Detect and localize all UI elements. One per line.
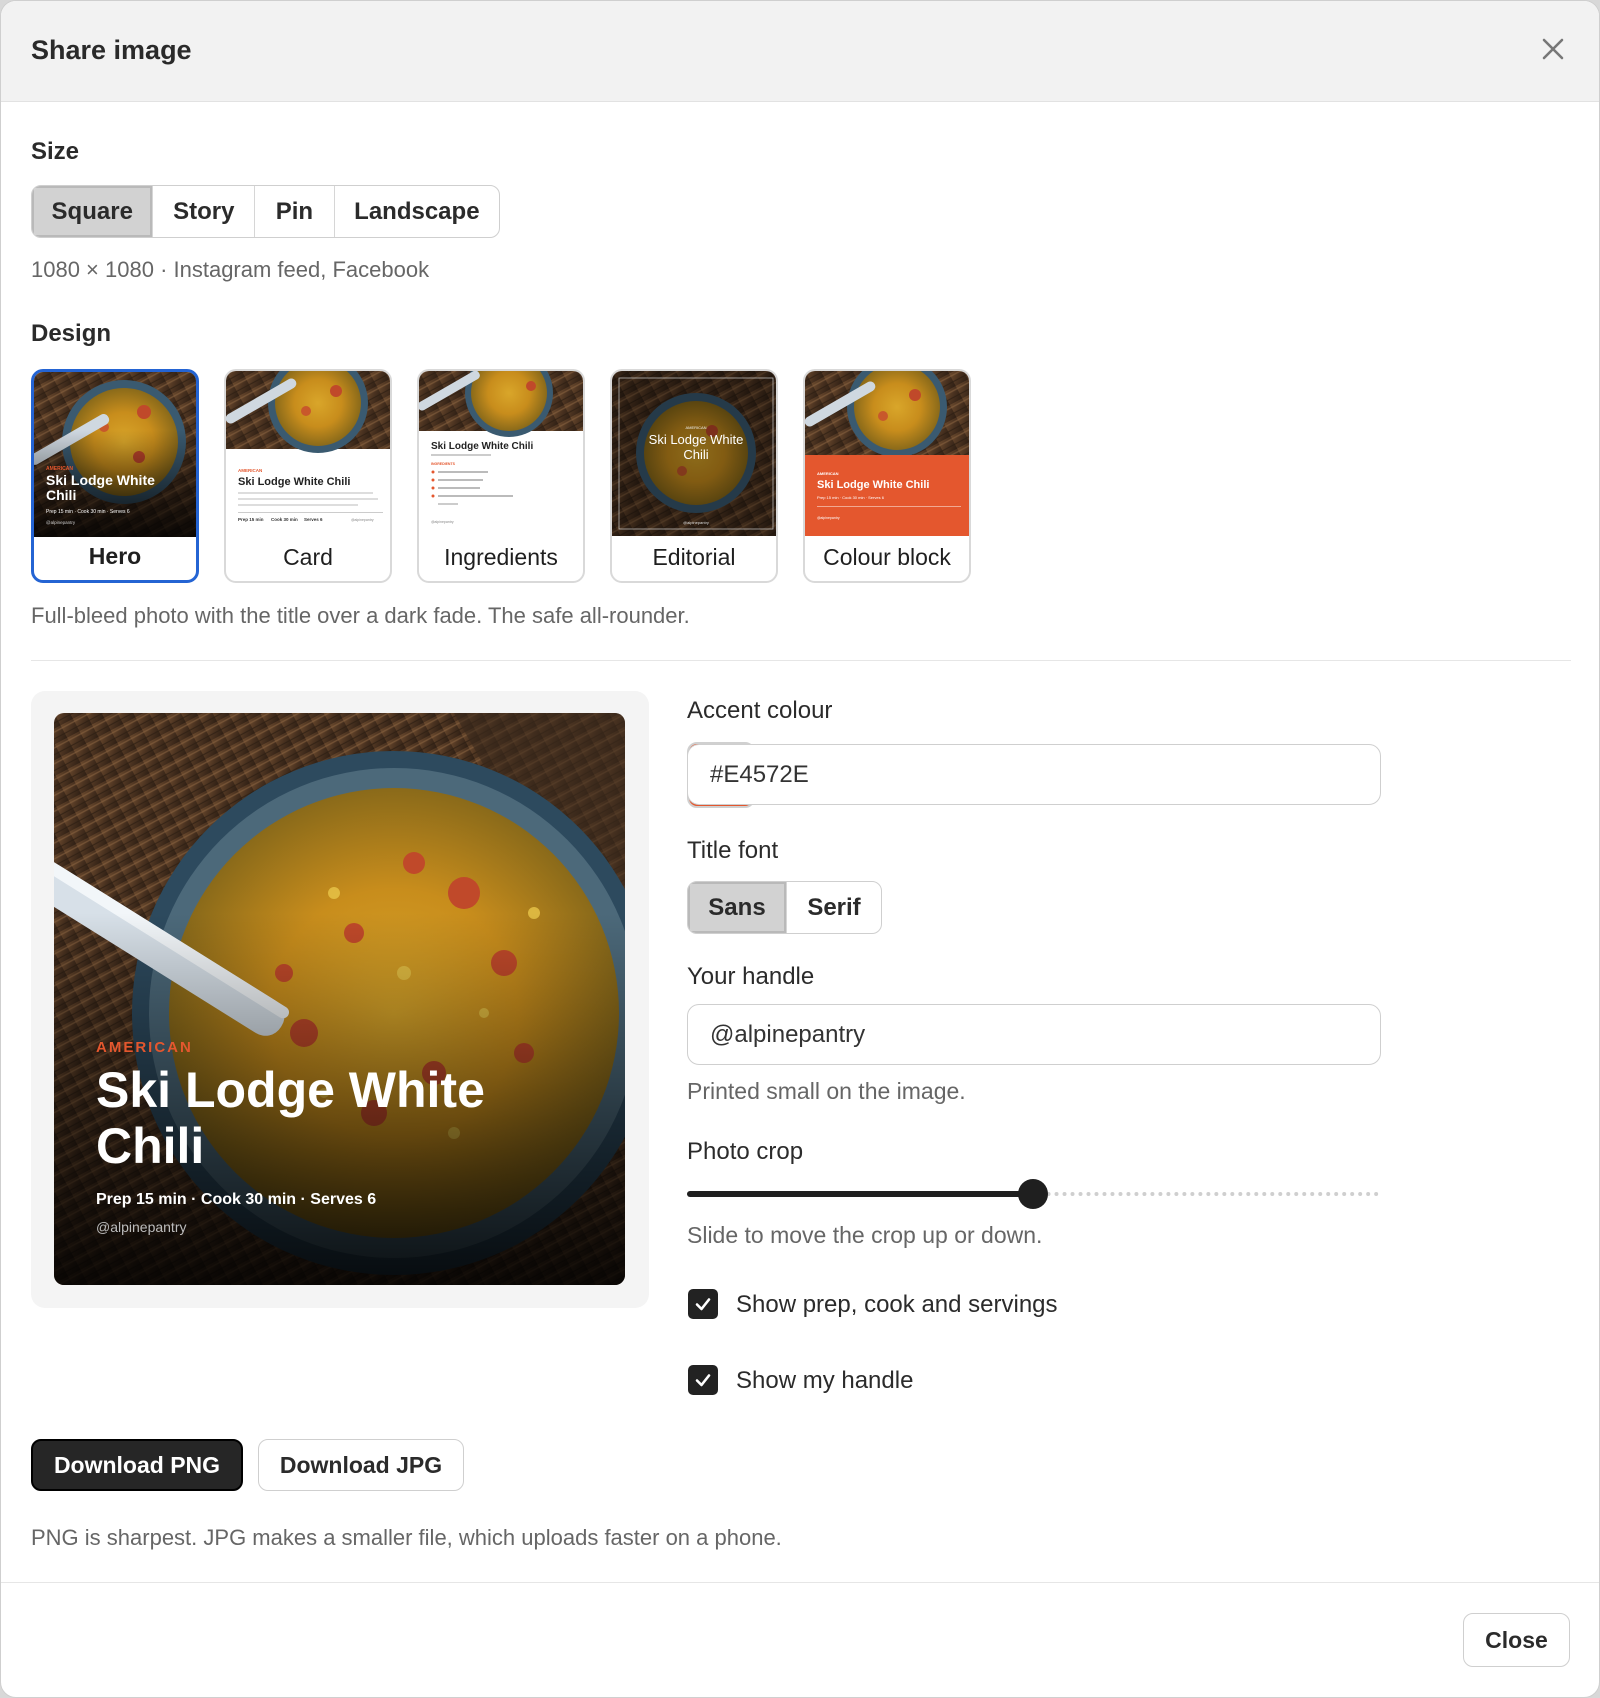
- preview-handle: @alpinepantry: [96, 1219, 187, 1235]
- footer-divider: [1, 1582, 1599, 1583]
- preview-panel: AMERICAN Ski Lodge White Chili Prep 15 m…: [31, 691, 649, 1308]
- design-option-label: Card: [283, 544, 333, 570]
- photo-crop-help-text: Slide to move the crop up or down.: [687, 1222, 1043, 1248]
- colour-block-thumb-cuisine: AMERICAN: [817, 471, 839, 476]
- handle-label: Your handle: [687, 963, 815, 990]
- editorial-thumb-cuisine: AMERICAN: [685, 425, 706, 430]
- svg-text:Ski Lodge White: Ski Lodge White: [46, 472, 155, 488]
- size-hint: 1080 × 1080 · Instagram feed, Facebook: [31, 257, 430, 282]
- editorial-thumb-handle: @alpinepantry: [683, 520, 709, 525]
- card-thumb-prep: Prep 15 min: [238, 517, 264, 522]
- handle-input[interactable]: @alpinepantry: [687, 1004, 1381, 1065]
- colour-block-thumb-meta: Prep 15 min · Cook 30 min · Serves 6: [817, 495, 885, 500]
- design-option-colour-block[interactable]: AMERICAN Ski Lodge White Chili Prep 15 m…: [803, 369, 971, 583]
- checkmark-icon: [695, 1298, 711, 1311]
- ingredients-thumbnail: Ski Lodge White Chili INGREDIENTS @alpin…: [419, 371, 583, 536]
- preview-title: Ski Lodge White Chili: [96, 1062, 485, 1174]
- design-option-ingredients[interactable]: Ski Lodge White Chili INGREDIENTS @alpin…: [417, 369, 585, 583]
- title-font-label: Title font: [687, 837, 779, 864]
- close-icon[interactable]: [1537, 33, 1569, 65]
- share-image-preview: AMERICAN Ski Lodge White Chili Prep 15 m…: [54, 713, 625, 1285]
- design-option-label: Colour block: [823, 544, 951, 570]
- size-option-square[interactable]: Square: [32, 186, 154, 237]
- show-handle-checkbox[interactable]: [688, 1365, 718, 1395]
- size-option-pin[interactable]: Pin: [255, 186, 335, 237]
- download-jpg-button[interactable]: Download JPG: [258, 1439, 464, 1491]
- design-option-label: Hero: [88, 543, 142, 569]
- hero-thumbnail: AMERICAN Ski Lodge White Chili Prep 15 m…: [34, 372, 196, 537]
- download-png-button[interactable]: Download PNG: [31, 1439, 243, 1491]
- show-meta-checkbox[interactable]: [688, 1289, 718, 1319]
- preview-title-line-1: Ski Lodge White: [96, 1062, 485, 1118]
- show-handle-label[interactable]: Show my handle: [736, 1367, 913, 1395]
- section-divider: [31, 660, 1571, 661]
- photo-crop-slider-thumb[interactable]: [1018, 1179, 1048, 1209]
- size-selector: Square Story Pin Landscape: [31, 185, 500, 238]
- colour-block-thumb-title: Ski Lodge White Chili: [817, 479, 929, 491]
- svg-text:Ski Lodge White: Ski Lodge White: [649, 432, 744, 447]
- checkmark-icon: [695, 1374, 711, 1387]
- hero-thumb-handle: @alpinepantry: [46, 520, 76, 525]
- download-hint: PNG is sharpest. JPG makes a smaller fil…: [31, 1525, 782, 1550]
- title-font-selector: Sans Serif: [687, 881, 882, 934]
- size-section-label: Size: [31, 138, 80, 165]
- title-font-option-sans[interactable]: Sans: [688, 882, 787, 933]
- ingredients-thumb-handle: @alpinepantry: [431, 520, 454, 524]
- photo-crop-label: Photo crop: [687, 1138, 804, 1165]
- accent-colour-input[interactable]: #E4572E: [687, 744, 1381, 805]
- share-image-dialog: Share image Size Square Story Pin Landsc…: [0, 0, 1600, 1698]
- svg-text:Chili: Chili: [46, 487, 76, 503]
- card-thumb-cook: Cook 30 min: [271, 517, 298, 522]
- design-option-label: Editorial: [652, 544, 736, 570]
- colour-block-thumbnail: AMERICAN Ski Lodge White Chili Prep 15 m…: [805, 371, 969, 536]
- design-hint: Full-bleed photo with the title over a d…: [31, 603, 690, 628]
- ingredients-thumb-title: Ski Lodge White Chili: [431, 441, 533, 452]
- preview-meta: Prep 15 min · Cook 30 min · Serves 6: [96, 1191, 377, 1208]
- editorial-thumbnail: AMERICAN Ski Lodge White Chili @alpinepa…: [612, 371, 776, 536]
- hero-thumb-meta: Prep 15 min · Cook 30 min · Serves 6: [46, 509, 130, 515]
- design-section-label: Design: [31, 320, 112, 347]
- design-option-card[interactable]: AMERICAN Ski Lodge White Chili Prep 15 m…: [224, 369, 392, 583]
- preview-title-line-2: Chili: [96, 1118, 205, 1174]
- close-button[interactable]: Close: [1463, 1613, 1570, 1667]
- photo-crop-slider-fill: [687, 1191, 1033, 1197]
- design-option-editorial[interactable]: AMERICAN Ski Lodge White Chili @alpinepa…: [610, 369, 778, 583]
- dialog-title: Share image: [31, 35, 192, 65]
- colour-block-thumb-handle: @alpinepantry: [817, 516, 840, 520]
- card-thumb-title: Ski Lodge White Chili: [238, 476, 350, 488]
- svg-text:Chili: Chili: [683, 447, 708, 462]
- size-option-story[interactable]: Story: [153, 186, 256, 237]
- card-thumb-serves: Serves 6: [304, 517, 323, 522]
- title-font-option-serif[interactable]: Serif: [787, 882, 881, 933]
- preview-cuisine: AMERICAN: [96, 1039, 193, 1056]
- design-option-label: Ingredients: [444, 544, 558, 570]
- design-option-hero[interactable]: AMERICAN Ski Lodge White Chili Prep 15 m…: [31, 369, 199, 583]
- card-thumbnail: AMERICAN Ski Lodge White Chili Prep 15 m…: [226, 371, 390, 536]
- card-thumb-handle: @alpinepantry: [351, 518, 374, 522]
- accent-colour-label: Accent colour: [687, 697, 833, 724]
- card-thumb-cuisine: AMERICAN: [238, 468, 262, 473]
- show-meta-label[interactable]: Show prep, cook and servings: [736, 1291, 1058, 1319]
- dialog-header: Share image: [1, 1, 1599, 102]
- ingredients-thumb-heading: INGREDIENTS: [431, 462, 456, 466]
- handle-help-text: Printed small on the image.: [687, 1078, 966, 1104]
- size-option-landscape[interactable]: Landscape: [335, 186, 499, 237]
